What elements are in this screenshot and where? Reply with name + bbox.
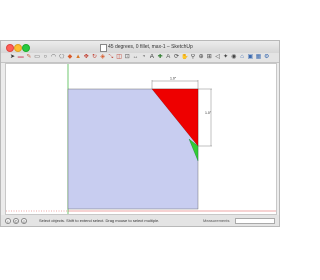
orbit-icon[interactable]: ⟳ bbox=[173, 54, 180, 61]
close-window-button[interactable] bbox=[6, 44, 14, 52]
look-around-icon[interactable]: ◉ bbox=[230, 54, 237, 61]
protractor-icon[interactable]: ◔ bbox=[140, 54, 147, 61]
status-bar: i © ☺ Select objects. Shift to extend se… bbox=[1, 215, 279, 226]
select-arrow-icon[interactable]: ➤ bbox=[9, 54, 16, 61]
axes-icon[interactable]: ✚ bbox=[157, 54, 164, 61]
scale-icon[interactable]: ⤡ bbox=[107, 54, 114, 61]
app-window: 45 degrees, 0 fillet, max-1 – SketchUp ➤… bbox=[0, 40, 280, 227]
walk-icon[interactable]: ✦ bbox=[222, 54, 229, 61]
status-message: Select objects. Shift to extend select. … bbox=[39, 218, 160, 223]
credit-icon[interactable]: © bbox=[13, 218, 19, 224]
circle-icon[interactable]: ○ bbox=[42, 54, 49, 61]
dimension-vertical-label: 1.0" bbox=[205, 111, 212, 115]
move-icon[interactable]: ✥ bbox=[83, 54, 90, 61]
minimize-window-button[interactable] bbox=[14, 44, 22, 52]
drawing-viewport[interactable]: 1.0" 1.0" bbox=[5, 63, 277, 215]
zoom-icon[interactable]: ⚲ bbox=[189, 54, 196, 61]
warehouse-icon[interactable]: ⌂ bbox=[239, 54, 246, 61]
zoom-window-icon[interactable]: ⊕ bbox=[198, 54, 205, 61]
window-title: 45 degrees, 0 fillet, max-1 – SketchUp bbox=[108, 44, 193, 50]
components-icon[interactable]: ▦ bbox=[255, 54, 262, 61]
maximize-window-button[interactable] bbox=[22, 44, 30, 52]
measurements-input[interactable] bbox=[235, 218, 275, 224]
document-icon bbox=[100, 44, 107, 52]
share-model-icon[interactable]: ▣ bbox=[247, 54, 254, 61]
push-pull-icon[interactable]: ▲ bbox=[75, 54, 82, 61]
paint-bucket-icon[interactable]: ◆ bbox=[66, 54, 73, 61]
title-bar: 45 degrees, 0 fillet, max-1 – SketchUp bbox=[1, 41, 279, 53]
previous-view-icon[interactable]: ◁ bbox=[214, 54, 221, 61]
polygon-icon[interactable]: ⬠ bbox=[58, 54, 65, 61]
measurements-label: Measurements bbox=[203, 218, 230, 223]
eraser-icon[interactable]: ▬ bbox=[17, 54, 24, 61]
user-icon[interactable]: ☺ bbox=[21, 218, 27, 224]
dimension-icon[interactable]: ↔ bbox=[132, 54, 139, 61]
zoom-extents-icon[interactable]: ⊞ bbox=[206, 54, 213, 61]
model-canvas[interactable]: 1.0" 1.0" bbox=[6, 64, 276, 214]
arc-icon[interactable]: ◠ bbox=[50, 54, 57, 61]
follow-me-icon[interactable]: ◈ bbox=[99, 54, 106, 61]
pan-icon[interactable]: ✋ bbox=[181, 54, 188, 61]
pencil-icon[interactable]: ✎ bbox=[25, 54, 32, 61]
tool-bar: ➤ ▬ ✎ ▭ ○ ◠ ⬠ ◆ ▲ ✥ ↻ ◈ ⤡ ◫ ⊡ ↔ ◔ A ✚ A ⟳ ✋ ⚲ ⊕ ⊞ ◁ ✦ ◉ ⌂ ▣ ▦ ⚙ bbox=[1, 53, 279, 63]
rectangle-icon[interactable]: ▭ bbox=[34, 54, 41, 61]
text-icon[interactable]: A bbox=[148, 54, 155, 61]
tape-measure-icon[interactable]: ⊡ bbox=[124, 54, 131, 61]
rotate-icon[interactable]: ↻ bbox=[91, 54, 98, 61]
offset-icon[interactable]: ◫ bbox=[116, 54, 123, 61]
extension-warehouse-icon[interactable]: ⚙ bbox=[263, 54, 270, 61]
dimension-horizontal-label: 1.0" bbox=[170, 77, 177, 81]
3d-text-icon[interactable]: A bbox=[165, 54, 172, 61]
info-icon[interactable]: i bbox=[5, 218, 11, 224]
